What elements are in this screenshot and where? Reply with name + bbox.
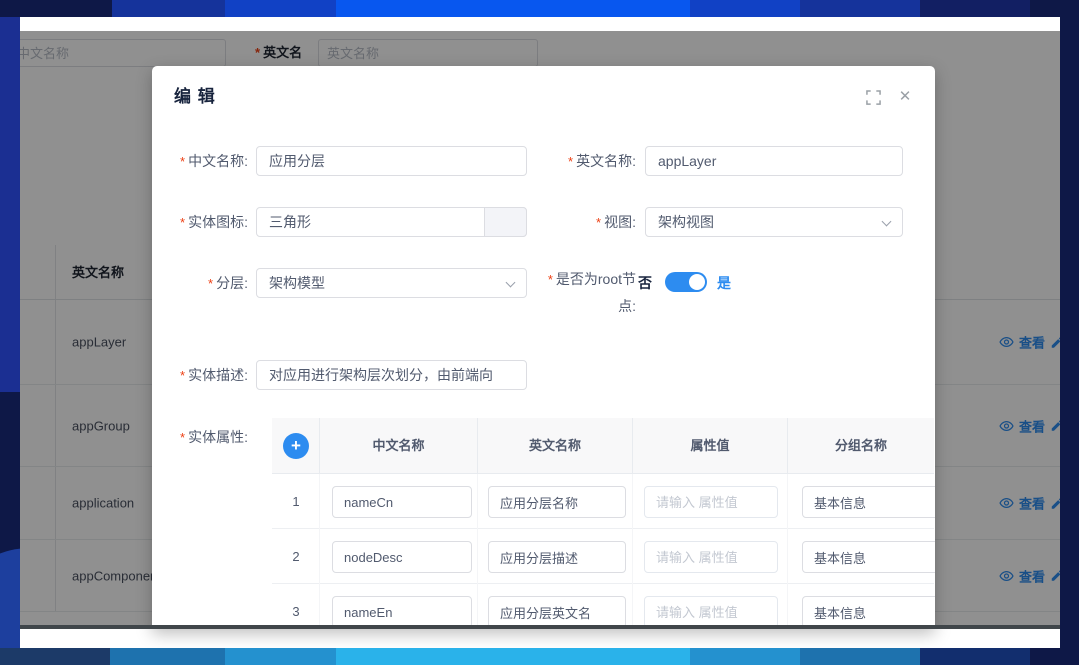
frame-segment <box>225 648 336 665</box>
layer-label: *分层: <box>160 268 248 299</box>
frame-segment <box>690 0 800 17</box>
cn-name-input[interactable] <box>256 146 527 176</box>
header-en-name: 英文名称 <box>478 418 633 474</box>
attributes-table: + 中文名称 英文名称 属性值 分组名称 1 <box>272 418 934 629</box>
attribute-row: 3 <box>272 584 934 629</box>
add-attribute-button[interactable]: + <box>283 433 309 459</box>
row-index: 3 <box>272 584 320 629</box>
view-select[interactable]: 架构视图 <box>645 207 903 237</box>
en-name-label: *英文名称: <box>534 146 636 177</box>
attributes-table-header: + 中文名称 英文名称 属性值 分组名称 <box>272 418 934 474</box>
edit-dialog: 编 辑 ✕ *中文名称: *英文名称: *实体图标: *视图 <box>152 66 935 629</box>
required-asterisk: * <box>548 272 553 287</box>
required-asterisk: * <box>596 215 601 230</box>
attr-group-input[interactable] <box>802 486 935 518</box>
app-page: *英文名 英文名称 appLayer 查看 appGroup 查看 appli <box>20 17 1060 648</box>
frame-segment <box>110 648 225 665</box>
row-index: 1 <box>272 474 320 529</box>
header-attr-value: 属性值 <box>633 418 788 474</box>
attr-group-input[interactable] <box>802 596 935 628</box>
frame-segment <box>112 0 225 17</box>
attr-value-input[interactable] <box>644 486 778 518</box>
required-asterisk: * <box>180 154 185 169</box>
frame-top-strip <box>0 0 1079 17</box>
toggle-off-text: 否 <box>638 273 652 293</box>
attribute-row: 2 <box>272 529 934 584</box>
frame-segment <box>336 0 690 17</box>
layer-select-value: 架构模型 <box>269 275 325 291</box>
entity-desc-input[interactable] <box>256 360 527 390</box>
screen: *英文名 英文名称 appLayer 查看 appGroup 查看 appli <box>0 0 1079 665</box>
attr-cn-input[interactable] <box>332 486 472 518</box>
required-asterisk: * <box>208 276 213 291</box>
required-asterisk: * <box>180 368 185 383</box>
attr-en-input[interactable] <box>488 596 626 628</box>
layer-select[interactable]: 架构模型 <box>256 268 527 298</box>
required-asterisk: * <box>568 154 573 169</box>
attr-value-input[interactable] <box>644 541 778 573</box>
header-cn-name: 中文名称 <box>320 418 478 474</box>
entity-desc-label: *实体描述: <box>160 360 248 391</box>
chevron-down-icon <box>882 217 892 227</box>
frame-bottom-strip <box>0 648 1079 665</box>
fullscreen-button[interactable] <box>864 88 882 106</box>
close-button[interactable]: ✕ <box>896 88 914 106</box>
frame-segment <box>336 648 690 665</box>
cn-name-label: *中文名称: <box>160 146 248 177</box>
dialog-title: 编 辑 <box>174 82 216 107</box>
is-root-label: *是否为root节点: <box>534 266 636 319</box>
frame-segment <box>225 0 336 17</box>
en-name-input[interactable] <box>645 146 903 176</box>
toggle-knob <box>689 274 705 290</box>
viewport-bottom-divider <box>20 625 1060 629</box>
frame-segment <box>0 648 110 665</box>
frame-segment <box>920 648 1030 665</box>
attr-value-input[interactable] <box>644 596 778 628</box>
frame-segment <box>800 648 920 665</box>
frame-segment <box>800 0 920 17</box>
frame-left-bar <box>0 17 20 392</box>
attr-group-input[interactable] <box>802 541 935 573</box>
index-cell: 2 <box>272 529 320 584</box>
attr-en-input[interactable] <box>488 541 626 573</box>
attr-en-input[interactable] <box>488 486 626 518</box>
toggle-on-text: 是 <box>717 273 731 293</box>
frame-segment <box>690 648 800 665</box>
entity-icon-label: *实体图标: <box>160 207 248 238</box>
view-select-value: 架构视图 <box>658 214 714 230</box>
fullscreen-icon <box>866 90 881 105</box>
attr-cn-input[interactable] <box>332 596 472 628</box>
attribute-row: 1 <box>272 474 934 529</box>
close-icon: ✕ <box>899 88 912 106</box>
is-root-toggle[interactable] <box>665 272 707 292</box>
header-group-name: 分组名称 <box>788 418 934 474</box>
entity-attrs-label: *实体属性: <box>160 422 248 453</box>
frame-segment <box>920 0 1030 17</box>
row-index: 2 <box>272 529 320 584</box>
required-asterisk: * <box>180 430 185 445</box>
index-cell: 3 <box>272 584 320 629</box>
required-asterisk: * <box>180 215 185 230</box>
view-label: *视图: <box>534 207 636 238</box>
add-column-header: + <box>272 418 320 474</box>
chevron-down-icon <box>506 278 516 288</box>
icon-picker-addon[interactable] <box>484 207 527 237</box>
index-cell: 1 <box>272 474 320 529</box>
attr-cn-input[interactable] <box>332 541 472 573</box>
